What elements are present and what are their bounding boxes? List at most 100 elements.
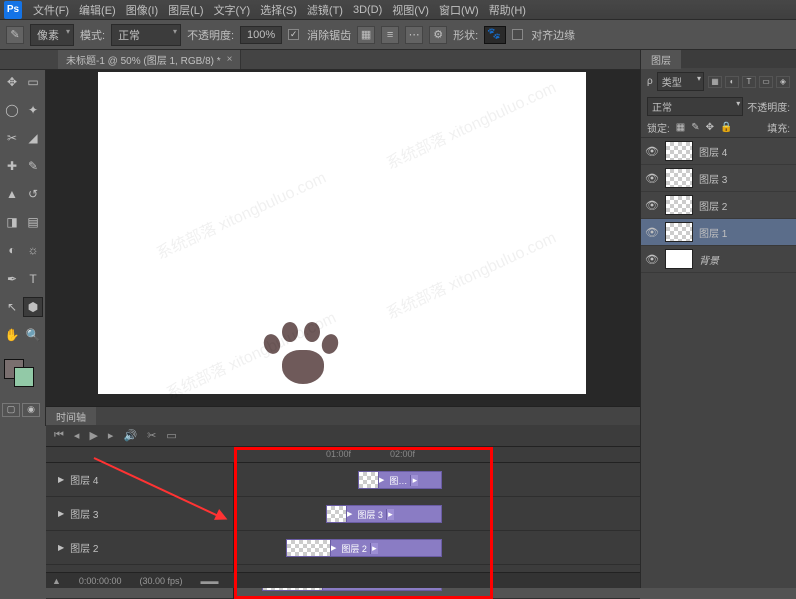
filter-image-icon[interactable]: ▦ xyxy=(708,76,722,88)
visibility-icon[interactable]: 👁 xyxy=(645,199,659,212)
eraser-tool[interactable]: ◨ xyxy=(2,212,22,232)
visibility-icon[interactable]: 👁 xyxy=(645,145,659,158)
chevron-right-icon[interactable]: ▶ xyxy=(58,543,64,552)
layers-icon[interactable]: ▦ xyxy=(357,26,375,44)
layer-blend-dropdown[interactable]: 正常 xyxy=(647,97,743,116)
layer-thumbnail[interactable] xyxy=(665,195,693,215)
lock-trans-icon[interactable]: ▦ xyxy=(676,122,685,133)
first-frame-icon[interactable]: ⏮ xyxy=(54,429,64,442)
path-tool[interactable]: ↖ xyxy=(2,297,22,317)
hand-tool[interactable]: ✋ xyxy=(2,325,22,345)
menu-3d[interactable]: 3D(D) xyxy=(348,2,387,18)
background-swatch[interactable] xyxy=(14,367,34,387)
align-edges-checkbox[interactable] xyxy=(512,29,523,40)
next-frame-icon[interactable]: ▸ xyxy=(108,429,114,442)
menu-window[interactable]: 窗口(W) xyxy=(434,0,484,20)
lock-all-icon[interactable]: 🔒 xyxy=(720,122,732,133)
lock-pixel-icon[interactable]: ✎ xyxy=(691,122,699,133)
clip-menu-icon[interactable]: ▸ xyxy=(370,543,378,554)
layer-item[interactable]: 👁 图层 1 xyxy=(641,219,796,246)
menu-help[interactable]: 帮助(H) xyxy=(484,0,531,20)
antialias-checkbox[interactable] xyxy=(288,29,299,40)
timeline-row[interactable]: ▶图层 2▸ + xyxy=(234,531,640,565)
document-canvas[interactable]: 系统部落 xitongbuluo.com 系统部落 xitongbuluo.co… xyxy=(98,72,586,394)
play-icon[interactable]: ▶ xyxy=(89,429,97,442)
filter-adjust-icon[interactable]: ◐ xyxy=(725,76,739,88)
menu-edit[interactable]: 编辑(E) xyxy=(74,0,121,20)
menu-filter[interactable]: 滤镜(T) xyxy=(302,0,348,20)
filter-shape-icon[interactable]: ▭ xyxy=(759,76,773,88)
layer-thumbnail[interactable] xyxy=(665,141,693,161)
filter-text-icon[interactable]: T xyxy=(742,76,756,88)
layer-name[interactable]: 背景 xyxy=(699,252,719,267)
eyedropper-tool[interactable]: ◢ xyxy=(23,128,43,148)
pen-tool[interactable]: ✒ xyxy=(2,269,22,289)
filter-smart-icon[interactable]: ◈ xyxy=(776,76,790,88)
zoom-out-icon[interactable]: ▲ xyxy=(52,576,61,586)
layer-item[interactable]: 👁 背景 xyxy=(641,246,796,273)
crop-tool[interactable]: ✂ xyxy=(2,128,22,148)
menu-file[interactable]: 文件(F) xyxy=(28,0,74,20)
layer-thumbnail[interactable] xyxy=(665,249,693,269)
split-icon[interactable]: ✂ xyxy=(147,429,156,442)
lasso-tool[interactable]: ◯ xyxy=(2,100,22,120)
layers-tab[interactable]: 图层 xyxy=(641,50,681,69)
timeline-clip[interactable]: ▶图层 3▸ xyxy=(326,505,442,523)
timeline-track-label[interactable]: ▶图层 3 xyxy=(46,497,233,531)
standard-mode-icon[interactable]: ▢ xyxy=(2,403,20,417)
clip-menu-icon[interactable]: ▸ xyxy=(410,475,418,486)
type-tool[interactable]: T xyxy=(23,269,43,289)
layer-thumbnail[interactable] xyxy=(665,168,693,188)
zoom-slider[interactable]: ▬▬ xyxy=(201,576,219,586)
prev-frame-icon[interactable]: ◂ xyxy=(74,429,80,442)
healing-tool[interactable]: ✚ xyxy=(2,156,22,176)
visibility-icon[interactable]: 👁 xyxy=(645,253,659,266)
layer-thumbnail[interactable] xyxy=(665,222,693,242)
menu-image[interactable]: 图像(I) xyxy=(121,0,163,20)
menu-layer[interactable]: 图层(L) xyxy=(163,0,208,20)
timeline-track-label[interactable]: ▶图层 2 xyxy=(46,531,233,565)
layer-name[interactable]: 图层 1 xyxy=(699,225,727,240)
gradient-tool[interactable]: ▤ xyxy=(23,212,43,232)
timeline-clip[interactable]: ▶图…▸ xyxy=(358,471,442,489)
blend-mode-dropdown[interactable]: 正常 xyxy=(111,24,181,46)
stamp-tool[interactable]: ▲ xyxy=(2,184,22,204)
close-icon[interactable]: × xyxy=(227,54,233,65)
brush-tool[interactable]: ✎ xyxy=(23,156,43,176)
layer-filter-dropdown[interactable]: 类型 xyxy=(657,72,704,91)
gear-icon[interactable]: ⚙ xyxy=(429,26,447,44)
clip-menu-icon[interactable]: ▸ xyxy=(386,509,394,520)
zoom-tool[interactable]: 🔍 xyxy=(23,325,43,345)
dodge-tool[interactable]: ☼ xyxy=(23,240,43,260)
brush-shape-picker[interactable] xyxy=(484,26,506,44)
align-icon[interactable]: ≡ xyxy=(381,26,399,44)
history-brush-tool[interactable]: ↺ xyxy=(23,184,43,204)
menu-select[interactable]: 选择(S) xyxy=(255,0,302,20)
distribute-icon[interactable]: ⋯ xyxy=(405,26,423,44)
chevron-right-icon[interactable]: ▶ xyxy=(58,509,64,518)
menu-type[interactable]: 文字(Y) xyxy=(209,0,256,20)
timeline-tab[interactable]: 时间轴 xyxy=(46,407,96,425)
layer-item[interactable]: 👁 图层 2 xyxy=(641,192,796,219)
timeline-row[interactable]: ▶图层 3▸ + xyxy=(234,497,640,531)
layer-item[interactable]: 👁 图层 4 xyxy=(641,138,796,165)
timeline-clip[interactable]: ▶图层 2▸ xyxy=(286,539,442,557)
document-tab[interactable]: 未标题-1 @ 50% (图层 1, RGB/8) * × xyxy=(58,50,241,69)
marquee-tool[interactable]: ▭ xyxy=(23,72,43,92)
audio-icon[interactable]: 🔊 xyxy=(123,429,137,442)
move-tool[interactable]: ✥ xyxy=(2,72,22,92)
blur-tool[interactable]: ◐ xyxy=(2,240,22,260)
magic-wand-tool[interactable]: ✦ xyxy=(23,100,43,120)
visibility-icon[interactable]: 👁 xyxy=(645,226,659,239)
chevron-right-icon[interactable]: ▶ xyxy=(58,475,64,484)
layer-name[interactable]: 图层 4 xyxy=(699,144,727,159)
quickmask-mode-icon[interactable]: ◉ xyxy=(22,403,40,417)
color-swatches[interactable] xyxy=(2,359,42,387)
layer-name[interactable]: 图层 2 xyxy=(699,198,727,213)
visibility-icon[interactable]: 👁 xyxy=(645,172,659,185)
shape-tool[interactable]: ⬢ xyxy=(23,297,43,317)
transition-icon[interactable]: ▭ xyxy=(166,429,176,442)
lock-pos-icon[interactable]: ✥ xyxy=(706,122,714,133)
opacity-input[interactable]: 100% xyxy=(240,26,282,44)
layer-item[interactable]: 👁 图层 3 xyxy=(641,165,796,192)
